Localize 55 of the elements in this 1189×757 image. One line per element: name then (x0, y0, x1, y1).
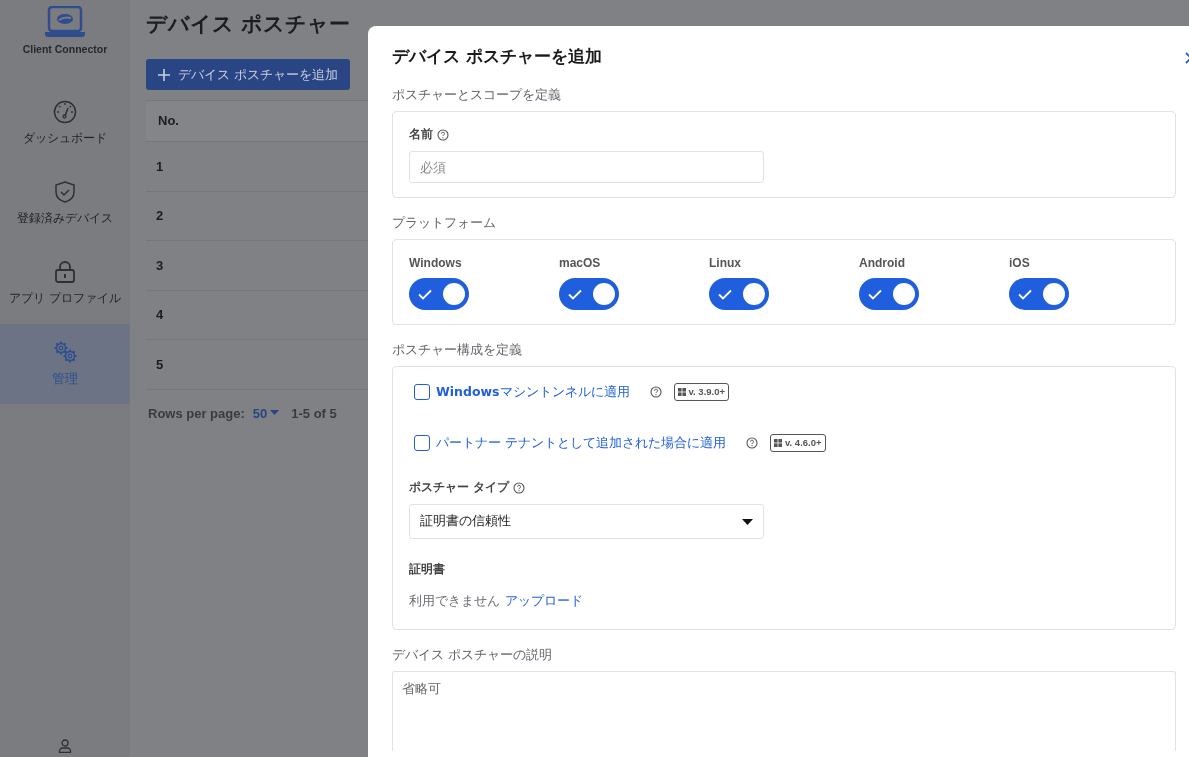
page-title: デバイス ポスチャー (146, 12, 352, 38)
section-heading: デバイス ポスチャーの説明 (392, 646, 553, 665)
certificate-status: 利用できません (409, 592, 500, 611)
add-posture-button[interactable]: デバイス ポスチャーを追加 (146, 59, 351, 91)
sidebar-item[interactable]: アプリ プロファイル (0, 244, 130, 324)
sidebar-item[interactable]: ダッシュボード (0, 84, 130, 164)
platform-label: macOS (559, 255, 602, 273)
platform-label: Windows (409, 255, 463, 273)
gauge-icon (53, 100, 77, 125)
sidebar-item[interactable]: 登録済みデバイス (0, 164, 130, 244)
caret-icon (270, 410, 280, 417)
toggle-switch[interactable] (709, 278, 769, 311)
description-field[interactable]: 省略可 (392, 670, 1176, 751)
toggle-switch[interactable] (1009, 278, 1069, 311)
version-badge: v. 4.6.0+ (770, 433, 826, 452)
posture-type-dropdown[interactable]: 証明書の信頼性 (409, 504, 764, 540)
help-icon[interactable] (437, 128, 449, 141)
toggle-switch[interactable] (559, 278, 619, 311)
check-icon (1018, 288, 1032, 300)
toggle-switch[interactable] (859, 278, 919, 311)
lock-icon (53, 260, 77, 285)
caret-icon (742, 518, 753, 525)
check-icon (868, 288, 882, 300)
check-icon (418, 288, 432, 300)
page-range: 1-5 of 5 (291, 404, 337, 423)
gears-icon (53, 339, 77, 364)
section-heading: ポスチャー構成を定義 (392, 341, 523, 360)
name-field[interactable]: 必須 (409, 151, 764, 184)
help-icon[interactable] (649, 385, 662, 398)
check-icon (718, 288, 732, 300)
platform-label: Android (859, 255, 906, 273)
drawer-title: デバイス ポスチャーを追加 (392, 46, 603, 67)
field-label: ポスチャー タイプ (409, 478, 509, 496)
laptop-logo-icon (44, 6, 86, 38)
plus-icon (158, 68, 170, 81)
section-heading: ポスチャーとスコープを定義 (392, 86, 562, 105)
upload-link[interactable]: アップロード (505, 592, 583, 612)
platform-label: Linux (709, 255, 742, 273)
user-icon[interactable] (58, 739, 72, 753)
help-icon[interactable] (746, 436, 758, 449)
check-icon (568, 288, 582, 300)
shield-check-icon (53, 180, 77, 205)
checkbox-label[interactable]: Windowsマシントンネルに適用 (436, 382, 630, 402)
toggle-switch[interactable] (409, 278, 469, 311)
section-heading: プラットフォーム (392, 214, 497, 233)
field-label: 名前 (409, 126, 433, 144)
checkbox-label[interactable]: パートナー テナントとして追加された場合に適用 (436, 433, 726, 453)
platform-label: iOS (1009, 255, 1031, 273)
rows-per-page-label: Rows per page: (148, 404, 245, 423)
help-icon[interactable] (513, 481, 525, 494)
version-badge: v. 3.9.0+ (673, 382, 730, 401)
checkbox[interactable] (414, 383, 430, 400)
app-name: Client Connector (22, 42, 108, 57)
field-label: 証明書 (409, 561, 445, 579)
checkbox[interactable] (414, 434, 430, 451)
